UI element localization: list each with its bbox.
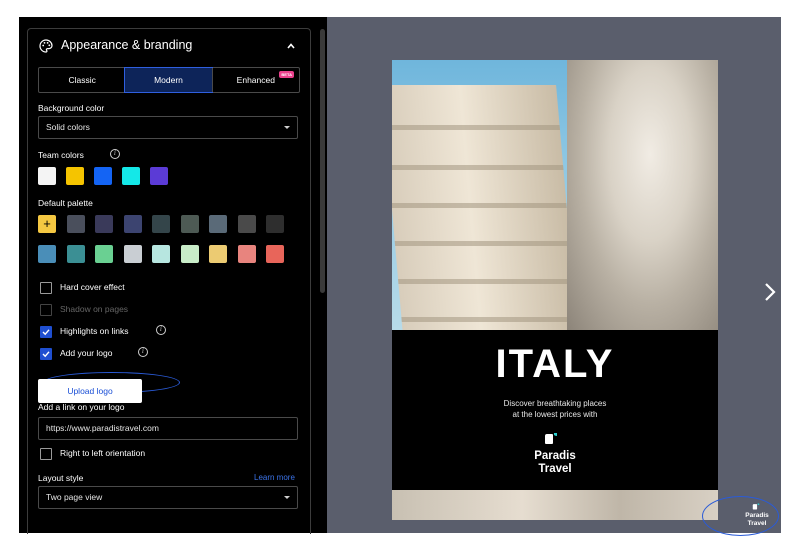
palette-swatch[interactable] <box>95 245 113 263</box>
palette-swatch[interactable] <box>266 245 284 263</box>
editor-window: Appearance & branding Classic Modern Enh… <box>19 17 781 534</box>
palette-swatch[interactable] <box>95 215 113 233</box>
caret-down-icon <box>284 126 290 129</box>
appearance-branding-section: Appearance & branding Classic Modern Enh… <box>27 28 311 534</box>
palette-swatch[interactable] <box>123 245 142 263</box>
tagline-line: Discover breathtaking places <box>503 399 607 408</box>
check-icon <box>42 329 50 336</box>
team-colors-label: Team colors <box>38 150 84 160</box>
background-color-value: Solid colors <box>46 122 90 132</box>
panel-scrollbar[interactable] <box>320 29 325 293</box>
section-title: Appearance & branding <box>61 38 193 52</box>
info-icon[interactable]: i <box>156 325 166 335</box>
background-color-select[interactable]: Solid colors <box>38 116 298 139</box>
shadow-pages-label: Shadow on pages <box>60 304 129 314</box>
logo-link-input[interactable]: https://www.paradistravel.com <box>38 417 298 440</box>
flipbook-preview: ITALY Discover breathtaking places at th… <box>327 17 781 533</box>
chevron-right-icon[interactable] <box>764 282 776 302</box>
background-color-label: Background color <box>38 103 105 113</box>
layout-style-label: Layout style <box>38 473 84 483</box>
statue-image <box>567 60 718 330</box>
section-header[interactable]: Appearance & branding <box>28 29 310 64</box>
palette-swatch[interactable] <box>123 215 142 233</box>
layout-style-value: Two page view <box>46 492 103 502</box>
palette-swatch[interactable] <box>237 245 256 263</box>
palette-icon <box>39 39 53 53</box>
palette-swatch[interactable] <box>209 215 227 233</box>
layout-style-select[interactable]: Two page view <box>38 486 298 509</box>
learn-more-link[interactable]: Learn more <box>254 473 295 482</box>
palette-swatch[interactable] <box>152 245 170 263</box>
cover-brand: Paradis Travel <box>392 450 718 476</box>
tab-label: Enhanced <box>236 75 275 85</box>
palette-swatch[interactable] <box>38 245 56 263</box>
caret-down-icon <box>284 496 290 499</box>
hard-cover-label: Hard cover effect <box>60 282 125 292</box>
cover-text-band: ITALY Discover breathtaking places at th… <box>392 330 718 490</box>
tagline-line: at the lowest prices with <box>512 410 598 419</box>
palette-swatch[interactable] <box>180 215 199 233</box>
tab-classic[interactable]: Classic <box>39 68 125 92</box>
leaning-tower-image <box>392 85 578 335</box>
check-icon <box>42 351 50 358</box>
shadow-pages-checkbox[interactable] <box>40 304 52 316</box>
team-color-swatch[interactable] <box>94 167 112 185</box>
cover-photo <box>392 60 718 335</box>
beta-badge: BETA <box>279 71 294 78</box>
team-color-swatch[interactable] <box>66 167 84 185</box>
tab-modern[interactable]: Modern <box>124 67 213 93</box>
palette-swatch[interactable] <box>152 215 170 233</box>
rtl-label: Right to left orientation <box>60 448 146 458</box>
upload-logo-button[interactable]: Upload logo <box>38 379 142 403</box>
hard-cover-checkbox[interactable] <box>40 282 52 294</box>
add-logo-checkbox[interactable] <box>40 348 52 360</box>
palette-swatch[interactable] <box>237 215 256 233</box>
tab-label: Modern <box>154 75 183 85</box>
settings-panel: Appearance & branding Classic Modern Enh… <box>19 17 327 534</box>
chevron-up-icon[interactable] <box>287 42 295 50</box>
rtl-checkbox[interactable] <box>40 448 52 460</box>
logo-link-label: Add a link on your logo <box>38 402 125 412</box>
logo-link-value: https://www.paradistravel.com <box>46 423 159 433</box>
team-color-swatch[interactable] <box>150 167 168 185</box>
add-logo-label: Add your logo <box>60 348 113 358</box>
cover-title: ITALY <box>495 342 615 386</box>
palette-swatch[interactable] <box>180 245 199 263</box>
style-tabs: Classic Modern Enhanced BETA <box>38 67 300 93</box>
brand-logo-icon <box>545 433 557 444</box>
info-icon[interactable]: i <box>110 149 120 159</box>
default-palette-label: Default palette <box>38 198 93 208</box>
info-icon[interactable]: i <box>138 347 148 357</box>
highlight-annotation <box>702 496 779 536</box>
brand-line: Paradis <box>534 450 576 462</box>
cover-tagline: Discover breathtaking places at the lowe… <box>392 398 718 420</box>
highlights-links-label: Highlights on links <box>60 326 129 336</box>
book-cover[interactable]: ITALY Discover breathtaking places at th… <box>392 60 718 520</box>
palette-swatch[interactable] <box>66 215 85 233</box>
palette-swatch[interactable] <box>209 245 227 263</box>
brand-line: Travel <box>538 463 572 475</box>
tab-enhanced[interactable]: Enhanced BETA <box>211 68 299 92</box>
highlights-links-checkbox[interactable] <box>40 326 52 338</box>
tab-label: Classic <box>68 75 96 85</box>
team-color-swatch[interactable] <box>38 167 56 185</box>
palette-swatch[interactable] <box>266 215 284 233</box>
add-color-button[interactable]: + <box>38 215 56 233</box>
team-color-swatch[interactable] <box>122 167 140 185</box>
cover-bottom-image <box>392 490 718 520</box>
palette-swatch[interactable] <box>66 245 85 263</box>
